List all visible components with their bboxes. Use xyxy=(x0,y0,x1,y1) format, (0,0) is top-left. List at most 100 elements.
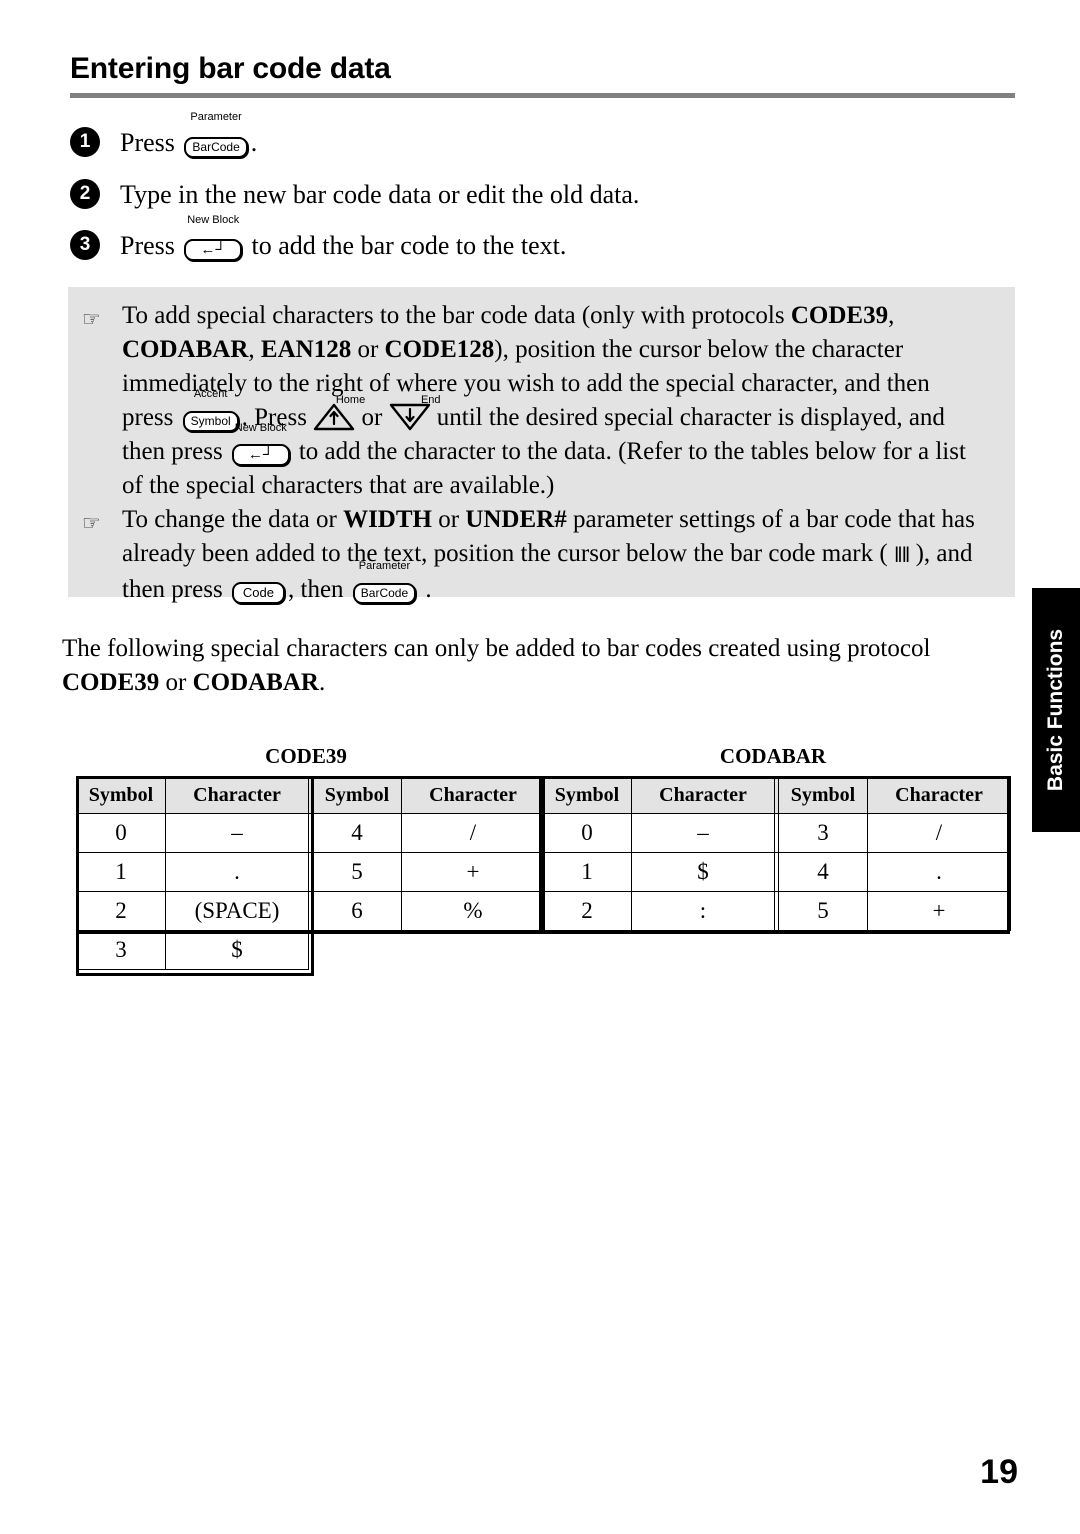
cell-character: % xyxy=(401,891,545,931)
column-header-symbol: Symbol xyxy=(312,776,402,814)
key-arrow-down-end[interactable]: End xyxy=(389,394,441,431)
note-line: To add special characters to the bar cod… xyxy=(122,299,997,333)
cell-symbol: 0 xyxy=(76,813,166,853)
key-shift-label: Accent xyxy=(193,388,228,400)
step-text: Type in the new bar code data or edit th… xyxy=(120,179,640,209)
cell-symbol: 4 xyxy=(778,852,868,892)
step-item: 2 Type in the new bar code data or edit … xyxy=(70,168,1010,214)
key-shift-label: New Block xyxy=(234,422,287,434)
barcode-mark-icon: ‖‖ xyxy=(893,544,910,567)
note-span: , xyxy=(248,336,261,363)
note-span: then press xyxy=(122,576,229,603)
note-item: ☞ To add special characters to the bar c… xyxy=(68,287,1015,503)
key-code[interactable]: Code xyxy=(231,573,285,607)
section-side-tab: Basic Functions xyxy=(1032,588,1080,832)
step-text-post: . xyxy=(250,128,258,157)
cell-character: . xyxy=(165,852,309,892)
note-span: or xyxy=(431,506,466,533)
cell-character: . xyxy=(867,852,1011,892)
note-line: then press New Block ←┘ to add the charac… xyxy=(122,423,997,469)
key-shift-label: Parameter xyxy=(358,560,411,572)
cell-symbol: 4 xyxy=(312,813,402,853)
cell-character: – xyxy=(165,813,309,853)
cell-empty xyxy=(313,931,402,970)
note-span: ), and xyxy=(909,540,973,567)
note-line: then press Code, then Parameter BarCode . xyxy=(122,561,997,607)
key-cap-label: BarCode xyxy=(184,137,248,158)
arrow-up-icon xyxy=(314,403,355,431)
table-header-row: Symbol Character Symbol Character xyxy=(76,776,545,814)
note-text: To add special characters to the bar cod… xyxy=(122,299,997,503)
key-new-block[interactable]: New Block ←┘ xyxy=(184,215,243,265)
key-cap-label: ←┘ xyxy=(184,239,243,262)
step-text-pre: Press xyxy=(120,231,175,261)
cell-character: $ xyxy=(165,930,309,970)
table-row: 2 (SPACE) 6 % xyxy=(76,891,545,931)
key-barcode[interactable]: Parameter BarCode xyxy=(352,561,417,607)
cell-character: + xyxy=(867,891,1011,931)
key-new-block[interactable]: New Block ←┘ xyxy=(231,423,290,469)
cell-symbol: 5 xyxy=(312,852,402,892)
cell-character: / xyxy=(867,813,1011,853)
side-tab-label: Basic Functions xyxy=(1044,628,1067,792)
note-span: until the desired special character is d… xyxy=(430,404,945,431)
cell-symbol: 3 xyxy=(76,930,166,970)
heading-divider xyxy=(70,93,1015,98)
cell-symbol: 1 xyxy=(542,852,632,892)
table-row: 1 . 5 + xyxy=(76,852,545,892)
step-number-badge: 1 xyxy=(70,127,100,157)
column-header-character: Character xyxy=(401,776,545,814)
note-span: , then xyxy=(288,576,350,603)
table-row: 1 $ 4 . xyxy=(542,852,1011,892)
note-span-bold: CODE39 xyxy=(790,302,889,329)
step-text: Press Parameter BarCode . xyxy=(120,112,1010,162)
note-line: CODABAR, EAN128 or CODE128), position th… xyxy=(122,333,997,367)
intro-code39: CODE39 xyxy=(62,669,160,696)
intro-conjunction: or xyxy=(159,669,193,696)
cell-symbol: 0 xyxy=(542,813,632,853)
intro-line-1: The following special characters can onl… xyxy=(62,635,931,662)
note-line: To change the data or WIDTH or UNDER# pa… xyxy=(122,503,997,537)
note-callout-box: ☞ To add special characters to the bar c… xyxy=(68,287,1015,604)
cell-character: / xyxy=(401,813,545,853)
step-number-badge: 3 xyxy=(70,230,100,261)
table-row: 0 – 4 / xyxy=(76,813,545,853)
table-header-row: Symbol Character Symbol Character xyxy=(542,776,1011,814)
column-header-character: Character xyxy=(631,776,775,814)
table-row: 0 – 3 / xyxy=(542,813,1011,853)
note-span-bold: UNDER# xyxy=(465,506,567,533)
cell-character: – xyxy=(631,813,775,853)
key-shift-label: End xyxy=(420,393,441,406)
key-shift-label: Home xyxy=(335,393,366,406)
cell-symbol: 3 xyxy=(778,813,868,853)
key-cap-label: Symbol xyxy=(182,411,239,432)
key-cap-label: ←┘ xyxy=(231,444,290,466)
note-span: press xyxy=(122,404,180,431)
key-barcode[interactable]: Parameter BarCode xyxy=(184,112,248,162)
column-header-character: Character xyxy=(165,776,309,814)
table-code39: Symbol Character Symbol Character 0 – 4 … xyxy=(76,776,545,970)
note-span: already been added to the text, position… xyxy=(122,540,894,567)
cell-symbol: 1 xyxy=(76,852,166,892)
note-span-bold: CODABAR xyxy=(122,336,249,363)
cell-character: (SPACE) xyxy=(165,891,309,931)
note-line: of the special characters that are avail… xyxy=(122,472,555,499)
note-span-bold: EAN128 xyxy=(260,336,352,363)
key-shift-label: New Block xyxy=(187,214,240,227)
column-header-symbol: Symbol xyxy=(778,776,868,814)
step-text-pre: Press xyxy=(120,128,175,157)
cell-character: $ xyxy=(631,852,775,892)
table-title-codabar: CODABAR xyxy=(719,744,827,768)
key-arrow-up-home[interactable]: Home xyxy=(313,394,365,431)
key-symbol[interactable]: Accent Symbol xyxy=(182,389,239,435)
step-item: 3 Press New Block ←┘ to add the bar code… xyxy=(70,215,1010,265)
column-header-symbol: Symbol xyxy=(76,776,166,814)
note-span: To change the data or xyxy=(122,506,344,533)
note-item: ☞ To change the data or WIDTH or UNDER# … xyxy=(68,503,1015,607)
note-line: already been added to the text, position… xyxy=(122,537,997,573)
pointing-hand-icon: ☞ xyxy=(82,511,101,535)
table-row: 2 : 5 + xyxy=(542,891,1011,931)
column-header-symbol: Symbol xyxy=(542,776,632,814)
cell-empty xyxy=(402,931,545,970)
cell-character: : xyxy=(631,891,775,931)
